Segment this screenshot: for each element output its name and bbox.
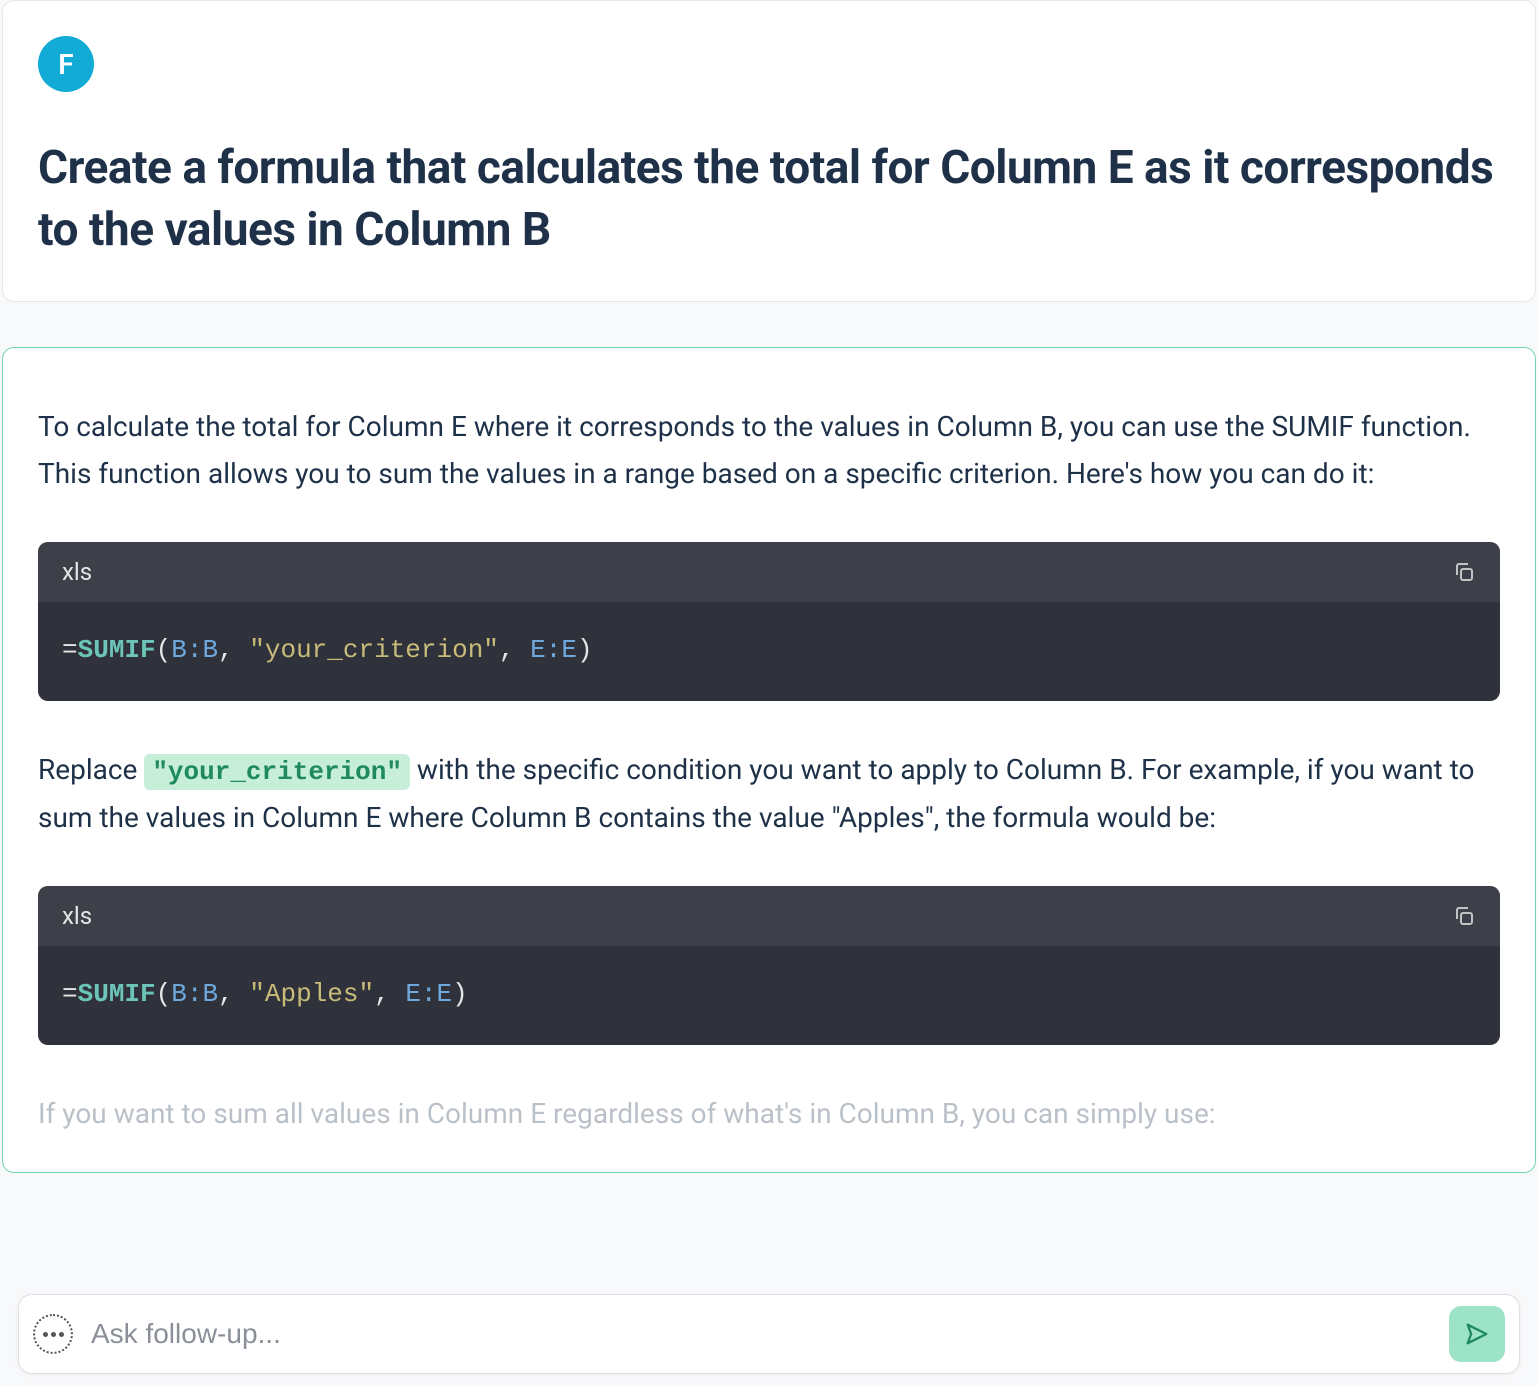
code-content: =SUMIF(B:B, "Apples", E:E) (38, 946, 1500, 1044)
more-dots-icon (43, 1332, 64, 1337)
code-token: = (62, 635, 78, 665)
followup-bar (18, 1294, 1520, 1374)
code-token-str: "Apples" (249, 979, 374, 1009)
code-token: ) (452, 979, 468, 1009)
code-token-str: "your_criterion" (249, 635, 499, 665)
code-token-fn: SUMIF (78, 979, 156, 1009)
code-token: ( (156, 979, 172, 1009)
question-card: F Create a formula that calculates the t… (2, 0, 1536, 302)
avatar-letter: F (58, 48, 73, 81)
code-language-label: xls (62, 558, 92, 586)
code-token: , (499, 635, 530, 665)
code-token-ref: B:B (171, 979, 218, 1009)
code-content: =SUMIF(B:B, "your_criterion", E:E) (38, 602, 1500, 700)
text-segment: Replace (38, 753, 144, 786)
answer-card: To calculate the total for Column E wher… (2, 347, 1536, 1173)
code-token: ) (577, 635, 593, 665)
answer-paragraph-2: Replace "your_criterion" with the specif… (38, 746, 1500, 842)
copy-button[interactable] (1452, 560, 1476, 584)
inline-code: "your_criterion" (144, 754, 410, 790)
send-button[interactable] (1449, 1306, 1505, 1362)
code-block-2: xls =SUMIF(B:B, "Apples", E:E) (38, 886, 1500, 1044)
code-token-ref: B:B (171, 635, 218, 665)
copy-icon (1452, 904, 1476, 928)
code-token-ref: E:E (530, 635, 577, 665)
code-token-ref: E:E (405, 979, 452, 1009)
code-language-label: xls (62, 902, 92, 930)
answer-intro: To calculate the total for Column E wher… (38, 403, 1500, 497)
followup-input[interactable] (91, 1318, 1449, 1350)
copy-icon (1452, 560, 1476, 584)
send-icon (1463, 1320, 1491, 1348)
code-token-fn: SUMIF (78, 635, 156, 665)
code-block-1: xls =SUMIF(B:B, "your_criterion", E:E) (38, 542, 1500, 700)
code-token: , (218, 635, 249, 665)
avatar-row: F (38, 36, 1500, 92)
code-token: , (218, 979, 249, 1009)
more-options-button[interactable] (33, 1314, 73, 1354)
question-title: Create a formula that calculates the tot… (38, 137, 1500, 261)
copy-button[interactable] (1452, 904, 1476, 928)
user-avatar: F (38, 36, 94, 92)
code-header: xls (38, 542, 1500, 602)
answer-paragraph-3: If you want to sum all values in Column … (38, 1090, 1500, 1137)
code-token: ( (156, 635, 172, 665)
code-token: , (374, 979, 405, 1009)
code-token: = (62, 979, 78, 1009)
code-header: xls (38, 886, 1500, 946)
